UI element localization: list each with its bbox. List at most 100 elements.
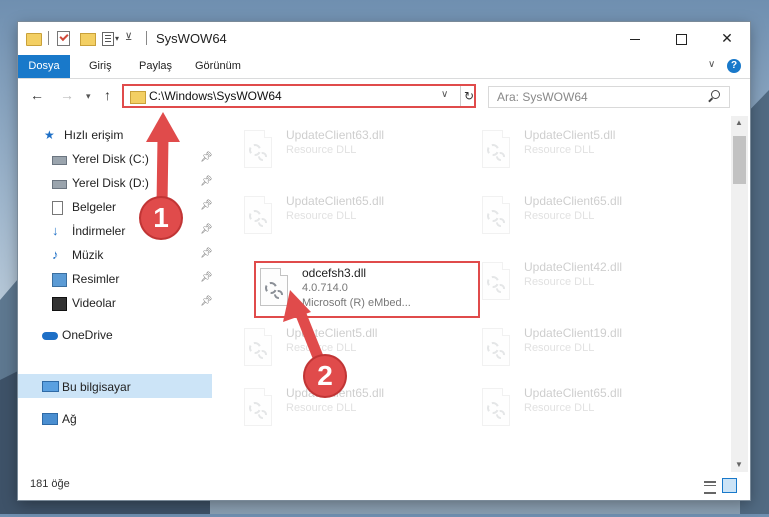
file-item[interactable]: UpdateClient63.dll Resource DLL xyxy=(240,126,464,172)
item-count: 181 öğe xyxy=(30,478,70,490)
search-placeholder[interactable]: Ara: SysWOW64 xyxy=(497,90,588,104)
sidebar-item-label: Resimler xyxy=(72,272,120,286)
search-icon[interactable] xyxy=(711,90,720,99)
back-arrow-icon[interactable]: ← xyxy=(30,87,44,103)
pin-icon[interactable]: 📌︎ xyxy=(200,152,213,163)
customize-toolbar-icon[interactable]: ⊻ xyxy=(125,32,132,43)
address-bar[interactable]: C:\Windows\SysWOW64 ∨ ↻ xyxy=(122,84,476,108)
pin-icon[interactable]: 📌︎ xyxy=(200,224,213,235)
dll-file-icon xyxy=(480,388,510,426)
file-list: UpdateClient63.dll Resource DLL UpdateCl… xyxy=(218,116,730,466)
file-item[interactable]: UpdateClient65.dll Resource DLL xyxy=(478,384,702,430)
recent-locations-icon[interactable]: ▾ xyxy=(86,91,91,102)
file-description: Resource DLL xyxy=(286,144,357,156)
maximize-icon xyxy=(675,33,687,45)
pin-icon[interactable]: 📌︎ xyxy=(200,200,213,211)
file-explorer-window: ▾ ⊻ SysWOW64 ✕ Dosya Giriş Paylaş Görünü… xyxy=(18,22,750,500)
dll-file-icon xyxy=(242,388,272,426)
file-description: Resource DLL xyxy=(524,402,595,414)
step-marker-2: 2 xyxy=(305,356,345,396)
sidebar-item-label: Videolar xyxy=(72,296,116,310)
documents-icon xyxy=(52,201,63,215)
file-description: Resource DLL xyxy=(524,342,595,354)
file-item[interactable]: UpdateClient42.dll Resource DLL xyxy=(478,258,702,304)
file-item[interactable]: UpdateClient5.dll Resource DLL xyxy=(478,126,702,172)
file-description: Resource DLL xyxy=(286,402,357,414)
pin-icon[interactable]: 📌︎ xyxy=(200,176,213,187)
scroll-up-icon[interactable]: ▲ xyxy=(735,118,743,127)
scroll-down-icon[interactable]: ▼ xyxy=(735,460,743,469)
navigation-bar: ← → ▾ ↑ C:\Windows\SysWOW64 ∨ ↻ Ara: Sys… xyxy=(18,79,750,115)
close-button[interactable]: ✕ xyxy=(704,22,750,54)
dll-file-icon xyxy=(480,196,510,234)
dll-file-icon xyxy=(480,328,510,366)
ribbon-tabs: Dosya Giriş Paylaş Görünüm ∨ ? xyxy=(18,55,750,79)
pin-icon[interactable]: 📌︎ xyxy=(200,296,213,307)
videos-icon xyxy=(52,297,67,311)
minimize-button[interactable] xyxy=(612,22,658,54)
separator xyxy=(48,31,49,45)
up-arrow-icon[interactable]: ↑ xyxy=(104,87,111,103)
file-item[interactable]: UpdateClient65.dll Resource DLL xyxy=(240,192,464,238)
file-description: Resource DLL xyxy=(524,144,595,156)
downloads-icon: ↓ xyxy=(52,223,59,238)
tab-file[interactable]: Dosya xyxy=(18,55,70,78)
step-marker-1: 1 xyxy=(141,198,181,238)
file-name: UpdateClient42.dll xyxy=(524,260,623,274)
forward-arrow-icon[interactable]: → xyxy=(60,87,74,103)
file-description: Resource DLL xyxy=(524,276,595,288)
tab-share[interactable]: Paylaş xyxy=(139,55,172,78)
dll-file-icon xyxy=(480,262,510,300)
help-icon[interactable]: ? xyxy=(727,59,741,73)
title-bar[interactable]: ▾ ⊻ SysWOW64 ✕ xyxy=(18,22,750,54)
computer-icon xyxy=(42,381,59,392)
pin-icon[interactable]: 📌︎ xyxy=(200,272,213,283)
scrollbar-thumb[interactable] xyxy=(733,136,746,184)
disk-icon xyxy=(52,180,67,189)
disk-icon xyxy=(52,156,67,165)
refresh-button[interactable]: ↻ xyxy=(460,86,477,106)
file-item[interactable]: UpdateClient5.dll Resource DLL xyxy=(240,324,464,370)
properties-icon[interactable] xyxy=(102,32,114,46)
vertical-scrollbar[interactable]: ▲ ▼ xyxy=(731,116,748,472)
file-name: UpdateClient19.dll xyxy=(524,326,623,340)
file-name: UpdateClient65.dll xyxy=(524,194,623,208)
file-name: UpdateClient65.dll xyxy=(286,194,385,208)
large-icons-view-icon[interactable] xyxy=(722,478,737,493)
file-item[interactable]: UpdateClient65.dll Resource DLL xyxy=(478,192,702,238)
sidebar-item-label: Bu bilgisayar xyxy=(62,380,131,394)
star-icon: ★ xyxy=(44,128,55,142)
expand-ribbon-icon[interactable]: ∨ xyxy=(708,59,715,70)
properties-check-icon[interactable] xyxy=(57,31,70,46)
pin-icon[interactable]: 📌︎ xyxy=(200,248,213,259)
file-description: Resource DLL xyxy=(286,210,357,222)
address-dropdown-icon[interactable]: ∨ xyxy=(441,89,448,100)
sidebar-item-label: Yerel Disk (C:) xyxy=(72,152,149,166)
sidebar-item-label: Müzik xyxy=(72,248,104,262)
details-view-icon[interactable] xyxy=(704,481,716,494)
dll-file-icon xyxy=(480,130,510,168)
file-description: Resource DLL xyxy=(524,210,595,222)
pictures-icon xyxy=(52,273,67,287)
dll-file-icon xyxy=(242,196,272,234)
address-path[interactable]: C:\Windows\SysWOW64 xyxy=(149,89,282,103)
maximize-button[interactable] xyxy=(658,22,704,54)
file-name: UpdateClient5.dll xyxy=(524,128,616,142)
file-name: UpdateClient65.dll xyxy=(524,386,623,400)
tab-home[interactable]: Giriş xyxy=(89,55,112,78)
tab-view[interactable]: Görünüm xyxy=(195,55,241,78)
search-box[interactable]: Ara: SysWOW64 xyxy=(488,86,730,108)
window-title: SysWOW64 xyxy=(156,31,227,46)
file-item[interactable]: UpdateClient65.dll Resource DLL xyxy=(240,384,464,430)
folder-icon xyxy=(26,33,42,46)
file-item[interactable]: UpdateClient19.dll Resource DLL xyxy=(478,324,702,370)
cloud-icon xyxy=(42,332,58,340)
navigation-pane: ★ Hızlı erişim Yerel Disk (C:) 📌︎ Yerel … xyxy=(18,116,213,466)
sidebar-item-label: OneDrive xyxy=(62,328,113,342)
file-description: Resource DLL xyxy=(286,342,357,354)
chevron-down-icon[interactable]: ▾ xyxy=(115,34,119,43)
new-folder-icon[interactable] xyxy=(80,33,96,46)
network-icon xyxy=(42,413,58,425)
highlight-box-file xyxy=(254,261,480,318)
status-bar: 181 öğe xyxy=(18,472,750,500)
